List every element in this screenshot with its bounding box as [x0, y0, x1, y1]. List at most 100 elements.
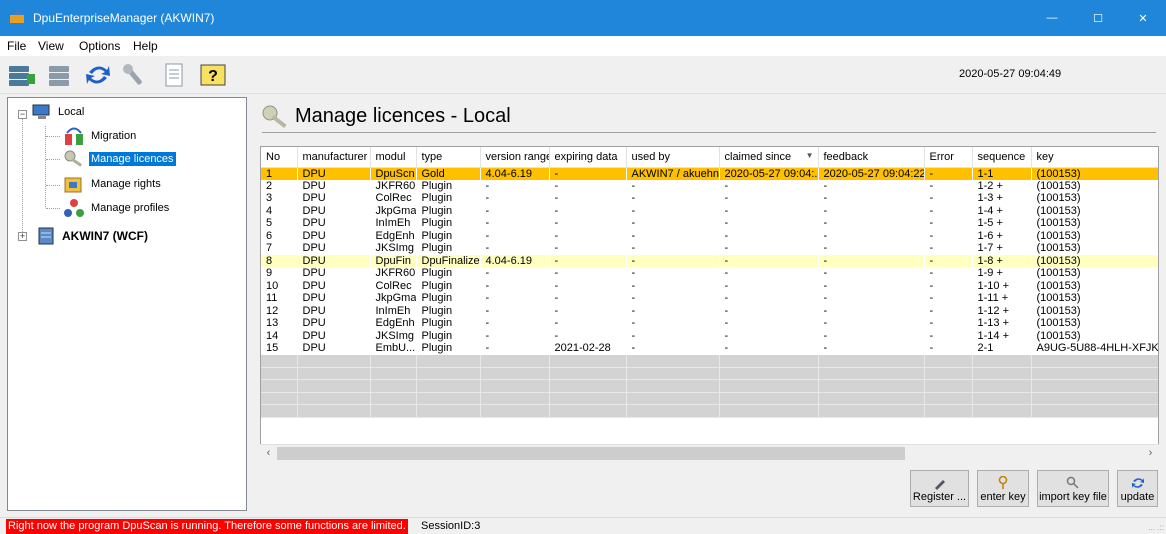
tree-item-manage-rights[interactable]: Manage rights [63, 174, 161, 194]
cell-claimed-since: - [724, 279, 729, 292]
cell-used-by: - [631, 279, 636, 292]
licence-key-icon [262, 105, 287, 129]
cell-used-by: - [631, 292, 636, 305]
tree-item-migration[interactable]: Migration [63, 126, 136, 146]
update-button[interactable]: update [1117, 470, 1158, 507]
cell-error: - [929, 342, 934, 355]
update-button-label: update [1120, 491, 1155, 503]
col-header-feedback[interactable]: feedback [818, 147, 925, 168]
cell-key: (100153) [1031, 254, 1158, 267]
refresh-icon[interactable] [82, 60, 114, 90]
resize-grip-icon[interactable]: ... .:: [1148, 523, 1164, 532]
cell-modul: InImEh [375, 217, 411, 230]
cell-error: - [929, 204, 934, 217]
empty-cell [261, 367, 298, 380]
tree-node-local[interactable]: Local [32, 104, 84, 120]
cell-claimed-since: - [724, 217, 729, 230]
table-row[interactable]: 3 DPU ColRec Plugin - - - - - - 1-3 + (100153) [261, 192, 1158, 205]
table-row[interactable]: 8 DPU DpuFin DpuFinalize 4.04-6.19- - - - -1-8 +… [261, 254, 1158, 267]
enter-key-button[interactable]: enter key [977, 470, 1029, 507]
database-icon[interactable] [44, 60, 76, 90]
col-header-no[interactable]: No [261, 147, 298, 168]
table-row[interactable]: 11 DPU JkpGma Plugin - - - - - - 1-11 + (100153) [261, 292, 1158, 305]
col-header-version-range[interactable]: version range [480, 147, 550, 168]
menu-help[interactable]: Help [133, 39, 158, 53]
cell-claimed-since: - [724, 242, 729, 255]
cell-modul: JkpGma [375, 204, 416, 217]
col-header-type[interactable]: type [416, 147, 481, 168]
cell-modul: JKSImg [375, 242, 415, 255]
table-row[interactable]: 1 DPU DpuScn Gold 4.04-6.19- AKWIN7 / akuehn 2… [261, 167, 1158, 180]
cell-manufacturer: DPU [297, 254, 370, 267]
table-row[interactable]: 15 DPU EmbU... Plugin - 2021-02-28 - - - - 2-1 A9UG… [261, 342, 1158, 355]
document-icon[interactable] [158, 60, 190, 90]
help-icon[interactable]: ? [197, 60, 229, 90]
cell-feedback: 2020-05-27 09:04:22 [818, 167, 924, 180]
cell-version-range: - [485, 242, 490, 255]
wrench-icon[interactable] [118, 60, 150, 90]
table-row[interactable]: 9 DPU JKFR60 Plugin - - - - - - 1-9 + (100153) [261, 267, 1158, 280]
tree-item-manage-profiles[interactable]: Manage profiles [63, 198, 169, 218]
col-header-sequence[interactable]: sequence [972, 147, 1032, 168]
table-row[interactable]: 10 DPU ColRec Plugin - - - - - - 1-10 + (100153) [261, 280, 1158, 293]
cell-error: - [924, 167, 972, 180]
cell-modul: DpuScn [370, 167, 416, 180]
register-button[interactable]: Register ... [910, 470, 969, 507]
cell-feedback: - [823, 229, 828, 242]
database-connect-icon[interactable] [6, 60, 38, 90]
empty-cell [549, 404, 627, 418]
cell-version-range: - [485, 279, 490, 292]
cell-sequence: 1-2 + [977, 179, 1003, 192]
cell-key: (100153) [1036, 192, 1081, 205]
scroll-left-icon[interactable]: ‹ [260, 445, 277, 462]
menu-options[interactable]: Options [79, 39, 120, 53]
cell-used-by: - [631, 179, 636, 192]
cell-key: (100153) [1036, 304, 1081, 317]
cell-used-by: - [631, 342, 636, 355]
cell-modul: EdgEnh [375, 317, 415, 330]
col-header-used-by[interactable]: used by [626, 147, 720, 168]
tree-node-akwin7[interactable]: AKWIN7 (WCF) [36, 226, 148, 246]
maximize-button[interactable]: ☐ [1075, 0, 1121, 36]
refresh-small-icon [1131, 478, 1144, 488]
scroll-right-icon[interactable]: › [1142, 445, 1159, 462]
horizontal-scrollbar[interactable]: ‹ › [260, 444, 1159, 461]
table-row[interactable]: 4 DPU JkpGma Plugin - - - - - - 1-4 + (100153) [261, 205, 1158, 218]
close-button[interactable]: ✕ [1120, 0, 1166, 36]
table-row[interactable]: 5 DPU InImEh Plugin - - - - - - 1-5 + (100153) [261, 217, 1158, 230]
menu-view[interactable]: View [38, 39, 64, 53]
empty-cell [370, 404, 417, 418]
cell-expiring-data: - [554, 267, 559, 280]
table-row[interactable]: 6 DPU EdgEnh Plugin - - - - - - 1-6 + (100153) [261, 230, 1158, 243]
tree-item-manage-licences[interactable]: Manage licences [63, 149, 176, 169]
table-row[interactable]: 7 DPU JKSImg Plugin - - - - - - 1-7 + (100153) [261, 242, 1158, 255]
table-row[interactable]: 12 DPU InImEh Plugin - - - - - - 1-12 + (100153) [261, 305, 1158, 318]
import-key-file-button[interactable]: import key file [1037, 470, 1109, 507]
cell-no: 15 [266, 342, 279, 355]
table-header-row: No manufacturer modul type version range… [261, 147, 1158, 168]
cell-feedback: - [823, 329, 828, 342]
table-row[interactable]: 13 DPU EdgEnh Plugin - - - - - - 1-13 + (100153) [261, 317, 1158, 330]
cell-type: Plugin [421, 317, 453, 330]
menu-file[interactable]: File [7, 39, 26, 53]
cell-sequence: 1-9 + [977, 267, 1003, 280]
cell-manufacturer: DPU [302, 242, 326, 255]
cell-no: 14 [266, 329, 279, 342]
tree-expander-local[interactable]: − [18, 110, 27, 119]
col-header-manufacturer[interactable]: manufacturer [297, 147, 371, 168]
col-header-error[interactable]: Error [924, 147, 973, 168]
tree-expander-akwin7[interactable]: + [18, 232, 27, 241]
cell-sequence: 1-14 + [977, 329, 1010, 342]
licences-table[interactable]: No manufacturer modul type version range… [260, 146, 1159, 461]
cell-manufacturer: DPU [302, 229, 326, 242]
table-row[interactable]: 2 DPU JKFR60 Plugin - - - - - - 1-2 + (100153) [261, 180, 1158, 193]
cell-manufacturer: DPU [302, 267, 326, 280]
col-header-key[interactable]: key [1031, 147, 1158, 168]
col-header-expiring-data[interactable]: expiring data [549, 147, 627, 168]
scrollbar-thumb[interactable] [277, 447, 905, 460]
col-header-claimed-since[interactable]: claimed since ▼ [719, 147, 819, 168]
col-header-modul[interactable]: modul [370, 147, 417, 168]
minimize-button[interactable]: — [1029, 0, 1075, 36]
cell-version-range: - [485, 204, 490, 217]
table-row[interactable]: 14 DPU JKSImg Plugin - - - - - - 1-14 + (100153) [261, 330, 1158, 343]
